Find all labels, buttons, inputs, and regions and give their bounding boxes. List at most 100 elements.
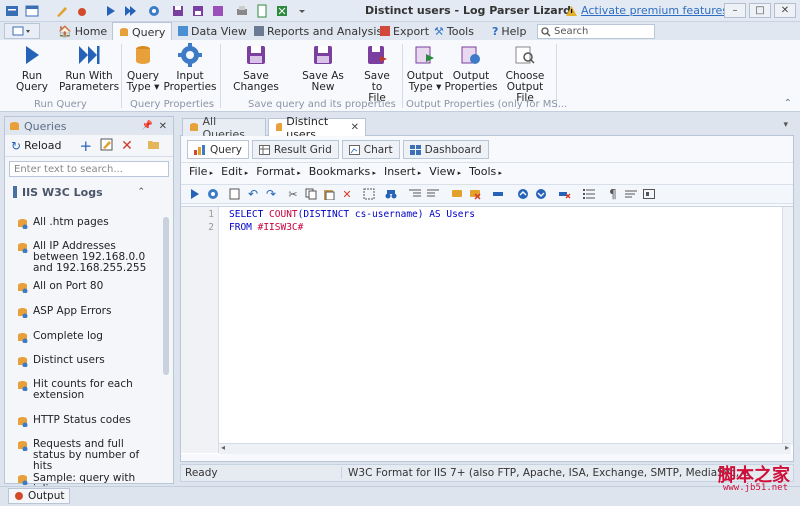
collapse-ribbon-icon[interactable]: ⌃ xyxy=(784,98,792,109)
choose-output-file-button[interactable]: Choose Output File xyxy=(498,42,552,104)
clear-bookmarks-icon[interactable] xyxy=(559,188,571,200)
spreadsheet-icon[interactable] xyxy=(274,3,290,19)
editor-menu-view[interactable]: View ▸ xyxy=(429,165,461,178)
editor-menu-bookmarks[interactable]: Bookmarks ▸ xyxy=(309,165,376,178)
tab-dashboard[interactable]: Dashboard xyxy=(402,140,489,159)
query-list-item[interactable]: All on Port 80 xyxy=(5,281,155,293)
delete-text-icon[interactable]: ✕ xyxy=(341,188,353,201)
run-icon[interactable] xyxy=(189,188,201,200)
comment-icon[interactable] xyxy=(451,188,463,200)
list-icon[interactable] xyxy=(583,188,595,200)
run-query-button[interactable]: Run Query xyxy=(8,42,56,93)
query-list-item[interactable]: Distinct users xyxy=(5,355,155,367)
query-list-item[interactable]: All .htm pages xyxy=(5,217,155,229)
previous-bookmark-icon[interactable] xyxy=(517,188,529,200)
query-list-item[interactable]: ASP App Errors xyxy=(5,306,155,318)
scroll-right-icon[interactable]: ▸ xyxy=(785,443,789,452)
maximize-button[interactable]: □ xyxy=(749,3,771,18)
tab-query-view[interactable]: Query xyxy=(187,140,249,159)
uncomment-icon[interactable] xyxy=(469,188,481,200)
run-with-parameters-button[interactable]: Run With Parameters xyxy=(59,42,119,93)
query-list-item[interactable]: Hit counts for each extension xyxy=(5,379,155,401)
save-changes-button[interactable]: Save Changes xyxy=(224,42,288,93)
window-menu-icon[interactable] xyxy=(24,3,40,19)
tab-help[interactable]: ? Help xyxy=(486,22,532,40)
outdent-icon[interactable] xyxy=(427,188,439,200)
next-bookmark-icon[interactable] xyxy=(535,188,547,200)
pin-icon[interactable]: 📌 xyxy=(142,121,153,131)
print-icon[interactable] xyxy=(234,3,250,19)
tab-list-dropdown-icon[interactable]: ▾ xyxy=(783,120,788,130)
sql-editor[interactable]: 1 2 SELECT COUNT(DISTINCT cs-username) A… xyxy=(181,206,793,454)
save-to-file-button[interactable]: Save to File xyxy=(358,42,396,104)
undo-icon[interactable]: ↶ xyxy=(247,187,259,201)
copy-icon[interactable] xyxy=(305,188,317,200)
collapse-category-icon[interactable]: ⌃ xyxy=(137,187,145,197)
tab-close-icon[interactable]: ✕ xyxy=(351,122,359,133)
category-iis-w3c-logs[interactable]: IIS W3C Logs ⌃ xyxy=(5,181,173,203)
editor-menu-file[interactable]: File ▸ xyxy=(189,165,213,178)
query-filter-input[interactable]: Enter text to search... xyxy=(9,161,169,177)
bookmark-toggle-icon[interactable] xyxy=(493,188,505,200)
save-file-small-icon[interactable] xyxy=(210,3,226,19)
delete-icon[interactable]: ✕ xyxy=(121,138,133,154)
cut-icon[interactable]: ✂ xyxy=(287,188,299,201)
run-params-small-icon[interactable] xyxy=(122,3,138,19)
whitespace-icon[interactable] xyxy=(643,188,655,200)
editor-menu-format[interactable]: Format ▸ xyxy=(256,165,301,178)
output-properties-button[interactable]: Output Properties xyxy=(444,42,498,93)
query-list-item[interactable]: Complete log xyxy=(5,331,155,343)
settings-icon[interactable] xyxy=(207,188,219,200)
editor-menu-tools[interactable]: Tools ▸ xyxy=(469,165,502,178)
edit-query-icon[interactable] xyxy=(100,138,113,154)
editor-vertical-scrollbar[interactable] xyxy=(782,207,793,445)
output-type-dropdown[interactable]: Output Type ▾ xyxy=(406,42,444,93)
run-small-icon[interactable] xyxy=(102,3,118,19)
editor-menu-edit[interactable]: Edit ▸ xyxy=(221,165,248,178)
tab-query[interactable]: Query xyxy=(112,22,173,41)
editor-menu-insert[interactable]: Insert ▸ xyxy=(384,165,421,178)
pilcrow-icon[interactable]: ¶ xyxy=(607,187,619,201)
scroll-left-icon[interactable]: ◂ xyxy=(221,443,225,452)
save-small-icon[interactable] xyxy=(170,3,186,19)
input-properties-button[interactable]: Input Properties xyxy=(163,42,217,93)
save-as-new-button[interactable]: Save As New xyxy=(292,42,354,93)
add-icon[interactable]: + xyxy=(80,137,93,155)
close-button[interactable]: ✕ xyxy=(774,3,796,18)
file-menu-button[interactable] xyxy=(4,23,40,39)
word-wrap-icon[interactable] xyxy=(625,188,637,200)
tab-data-view[interactable]: Data View xyxy=(172,22,253,40)
bug-icon[interactable] xyxy=(74,3,90,19)
query-list-item[interactable]: Requests and full status by number of hi… xyxy=(5,439,155,472)
reload-button[interactable]: ↻ Reload xyxy=(11,139,62,153)
tab-chart[interactable]: Chart xyxy=(341,140,400,159)
customize-qat-icon[interactable] xyxy=(294,3,310,19)
query-list-item[interactable]: All IP Addresses between 192.168.0.0 and… xyxy=(5,241,155,274)
tab-reports[interactable]: Reports and Analysis xyxy=(248,22,388,40)
minimize-button[interactable]: – xyxy=(724,3,746,18)
paste-icon[interactable] xyxy=(323,188,335,200)
tab-export[interactable]: Export xyxy=(374,22,435,40)
query-type-dropdown[interactable]: Query Type ▾ xyxy=(124,42,162,93)
save-as-small-icon[interactable] xyxy=(190,3,206,19)
doc-tab-all-queries[interactable]: All Queries xyxy=(182,115,266,141)
search-input[interactable]: Search xyxy=(537,24,655,39)
query-list-item[interactable]: HTTP Status codes xyxy=(5,415,155,427)
open-folder-icon[interactable] xyxy=(147,138,160,153)
queries-scrollbar[interactable] xyxy=(163,217,169,375)
app-menu-icon[interactable] xyxy=(4,3,20,19)
tab-result-grid[interactable]: Result Grid xyxy=(251,140,339,159)
doc-tab-distinct-users[interactable]: Distinct users ✕ xyxy=(268,115,366,141)
output-tab[interactable]: Output xyxy=(8,488,71,504)
indent-icon[interactable] xyxy=(409,188,421,200)
redo-icon[interactable]: ↷ xyxy=(265,187,277,201)
tab-home[interactable]: 🏠 Home xyxy=(52,22,113,40)
find-icon[interactable] xyxy=(385,188,397,200)
new-query-icon[interactable] xyxy=(229,188,241,200)
gear-small-icon[interactable] xyxy=(146,3,162,19)
pen-icon[interactable] xyxy=(54,3,70,19)
editor-horizontal-scrollbar[interactable]: ◂ ▸ xyxy=(219,443,791,454)
tab-tools[interactable]: ⚒ Tools xyxy=(428,22,480,40)
document-icon[interactable] xyxy=(254,3,270,19)
panel-close-icon[interactable]: ✕ xyxy=(159,121,167,132)
